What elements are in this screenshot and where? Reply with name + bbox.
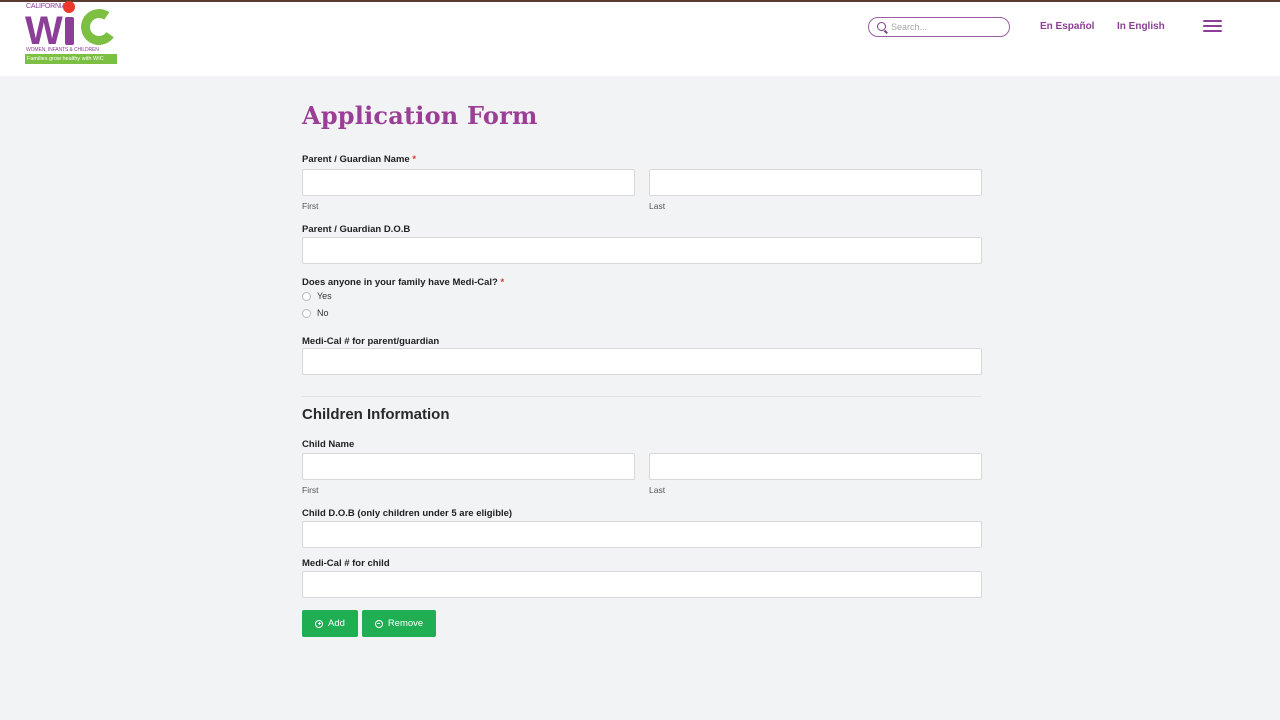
children-heading: Children Information: [302, 406, 450, 423]
child-last-sublabel: Last: [649, 485, 666, 495]
page-title: Application Form: [302, 101, 538, 130]
parent-first-name-input[interactable]: [302, 169, 635, 196]
radio-yes[interactable]: Yes: [302, 291, 332, 301]
menu-icon[interactable]: [1203, 20, 1222, 32]
logo-letter-c: [78, 6, 120, 48]
wic-logo[interactable]: CALIFORNIA W WOMEN, INFANTS & CHILDREN F…: [25, 1, 120, 65]
search-icon[interactable]: [877, 22, 886, 31]
parent-dob-label: Parent / Guardian D.O.B: [302, 224, 411, 235]
medical-child-label: Medi-Cal # for child: [302, 558, 390, 569]
child-first-name-input[interactable]: [302, 453, 635, 480]
site-header: CALIFORNIA W WOMEN, INFANTS & CHILDREN F…: [0, 1, 1280, 76]
medical-child-input[interactable]: [302, 571, 982, 598]
child-last-name-input[interactable]: [649, 453, 982, 480]
logo-letter-i: [65, 17, 74, 45]
search-input[interactable]: [891, 20, 1001, 34]
parent-last-name-input[interactable]: [649, 169, 982, 196]
child-first-sublabel: First: [302, 485, 319, 495]
lang-english-link[interactable]: In English: [1117, 21, 1165, 32]
logo-tagline: Families grow healthy with WIC: [25, 54, 117, 64]
radio-no[interactable]: No: [302, 308, 329, 318]
medical-question-label: Does anyone in your family have Medi-Cal…: [302, 277, 505, 288]
radio-no-circle[interactable]: [302, 308, 311, 318]
logo-dot: [63, 1, 75, 13]
remove-circle-icon: [374, 619, 383, 628]
parent-name-label: Parent / Guardian Name *: [302, 154, 417, 165]
parent-last-sublabel: Last: [649, 201, 666, 211]
logo-subtitle: WOMEN, INFANTS & CHILDREN: [26, 47, 99, 53]
child-dob-label: Child D.O.B (only children under 5 are e…: [302, 508, 513, 519]
medical-parent-input[interactable]: [302, 348, 982, 375]
medical-parent-label: Medi-Cal # for parent/guardian: [302, 336, 440, 347]
logo-letter-w: W: [25, 9, 63, 53]
parent-first-sublabel: First: [302, 201, 319, 211]
radio-yes-circle[interactable]: [302, 291, 311, 301]
add-child-button[interactable]: Add: [302, 610, 358, 637]
child-name-label: Child Name: [302, 439, 355, 450]
radio-yes-label: Yes: [317, 291, 332, 301]
search-box: [868, 17, 1010, 37]
add-circle-icon: [315, 619, 324, 628]
parent-dob-input[interactable]: [302, 237, 982, 264]
radio-no-label: No: [317, 308, 329, 318]
section-divider: [302, 396, 982, 397]
child-dob-input[interactable]: [302, 521, 982, 548]
remove-child-button[interactable]: Remove: [362, 610, 436, 637]
lang-espanol-link[interactable]: En Español: [1040, 21, 1094, 32]
